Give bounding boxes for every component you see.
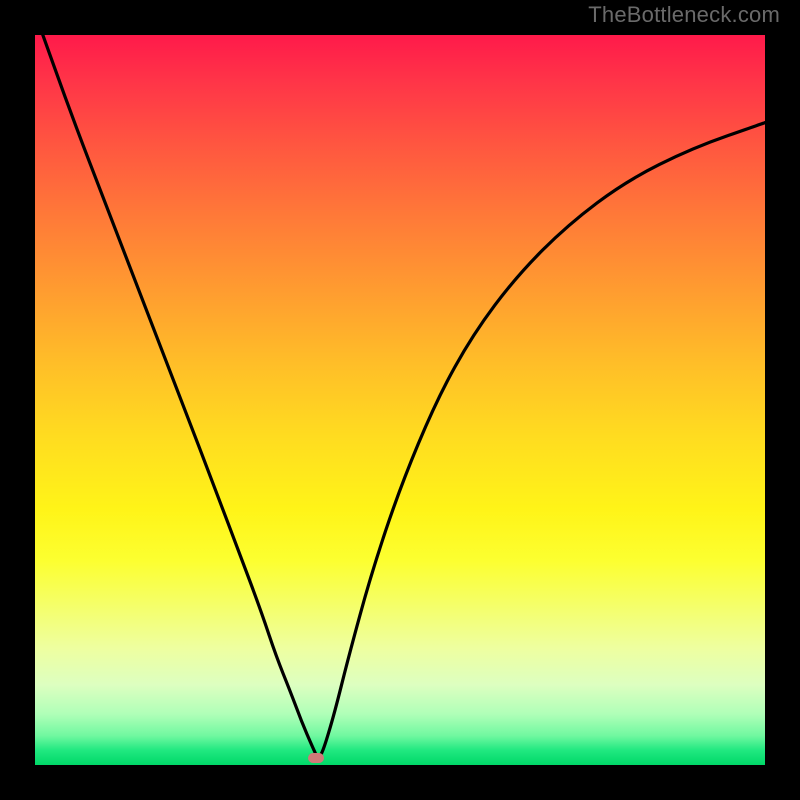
attribution-label: TheBottleneck.com — [588, 2, 780, 28]
plot-area — [35, 35, 765, 765]
optimal-point-marker — [308, 753, 324, 763]
bottleneck-curve — [35, 35, 765, 765]
chart-frame: TheBottleneck.com — [0, 0, 800, 800]
